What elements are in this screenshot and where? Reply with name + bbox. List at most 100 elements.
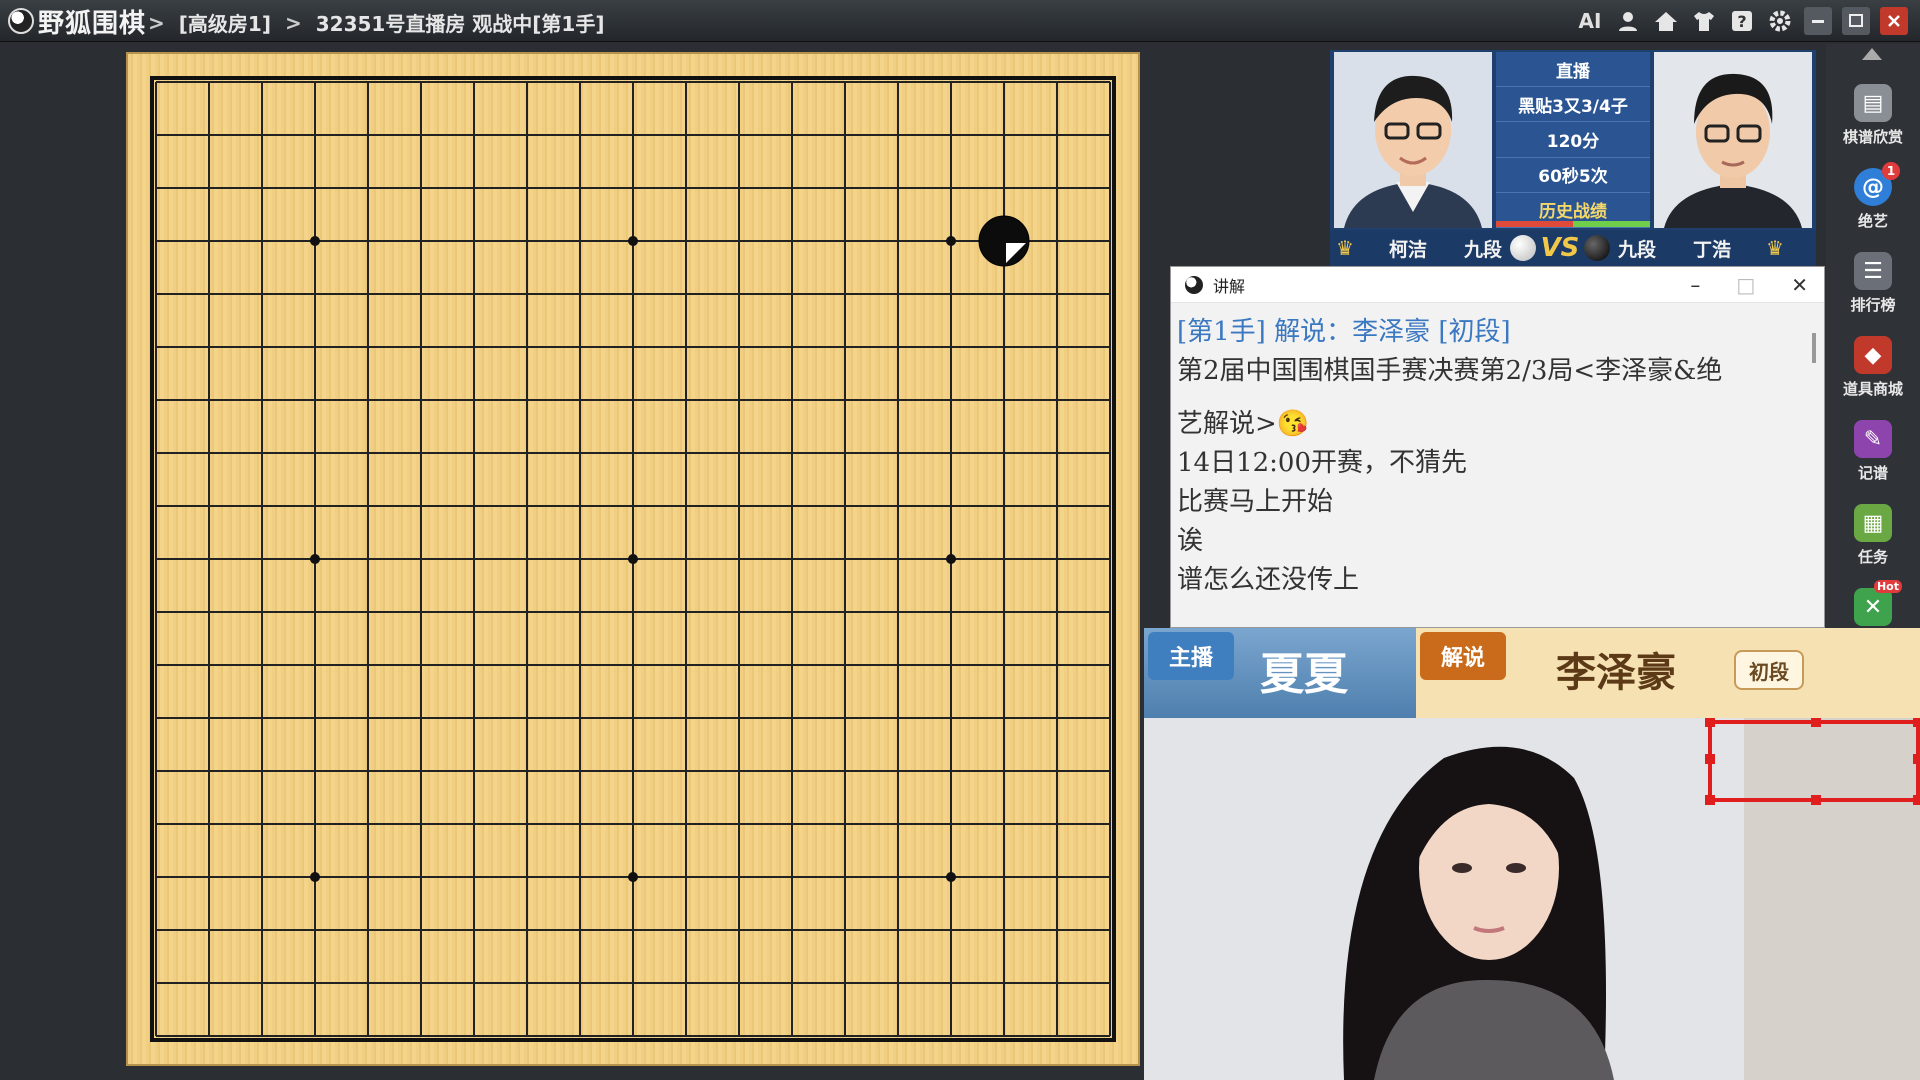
close-icon[interactable]: ✕	[1791, 273, 1808, 297]
breadcrumb-separator: >	[284, 10, 302, 35]
host-panel: 主播 夏夏	[1144, 628, 1416, 718]
commentator-tag: 解说	[1420, 632, 1506, 680]
minimize-icon[interactable]: –	[1690, 273, 1700, 297]
right-player-avatar[interactable]	[1654, 52, 1812, 228]
vs-label: VS	[1540, 233, 1580, 263]
hot-badge: Hot	[1873, 580, 1902, 593]
host-name: 夏夏	[1260, 649, 1348, 700]
sidebar-item-label: 排行榜	[1850, 296, 1896, 314]
list-icon: ☰	[1854, 252, 1892, 290]
match-info: 直播 黑贴3又3/4子 120分 60秒5次 历史战绩	[1496, 52, 1650, 229]
commentary-line: 14日12:00开赛，不猜先	[1177, 448, 1468, 478]
live-label: 直播	[1496, 52, 1650, 88]
white-stone-icon	[1510, 235, 1536, 261]
user-icon[interactable]	[1614, 7, 1642, 35]
sidebar-item-label: 任务	[1857, 548, 1888, 566]
breadcrumb-room[interactable]: [高级房1]	[179, 8, 271, 37]
pen-icon: ✎	[1854, 420, 1892, 458]
breadcrumb: > [高级房1] > 32351号直播房 观战中[第1手]	[148, 8, 604, 37]
star-point	[628, 554, 638, 564]
host-tag: 主播	[1148, 632, 1234, 680]
sidebar-item-record[interactable]: ✎ 记谱	[1826, 420, 1920, 483]
star-point	[946, 236, 956, 246]
streamer-video	[1144, 718, 1920, 1080]
commentary-line: 谱怎么还没传上	[1177, 565, 1360, 595]
left-player-avatar[interactable]	[1334, 52, 1492, 228]
sidebar-item-hot[interactable]: ✕ Hot	[1826, 580, 1920, 630]
star-point	[628, 236, 638, 246]
shirt-icon[interactable]	[1690, 7, 1718, 35]
crown-icon: ♛	[1766, 236, 1784, 260]
star-point	[310, 236, 320, 246]
commentary-line: 比赛马上开始	[1177, 487, 1334, 517]
close-button[interactable]	[1880, 7, 1908, 35]
star-point	[946, 872, 956, 882]
right-player-name[interactable]: 丁浩	[1664, 235, 1760, 262]
sidebar-item-leaderboard[interactable]: ☰ 排行榜	[1826, 252, 1920, 315]
commentator-panel: 解说 李泽豪 初段	[1416, 628, 1920, 718]
board-grid[interactable]	[128, 54, 1138, 1064]
maximize-icon[interactable]: □	[1736, 273, 1755, 297]
home-icon[interactable]	[1652, 7, 1680, 35]
left-player-name[interactable]: 柯洁	[1360, 235, 1456, 262]
selection-box[interactable]	[1705, 718, 1920, 805]
commentary-body[interactable]: [第1手] 解说：李泽豪 [初段] 第2届中国围棋国手赛决赛第2/3局<李泽豪&…	[1171, 303, 1824, 600]
go-board[interactable]	[128, 54, 1138, 1064]
book-icon: ▤	[1854, 84, 1892, 122]
ai-spiral-icon: @ 1	[1854, 162, 1900, 206]
scroll-up-arrow-icon[interactable]	[1862, 48, 1882, 60]
sidebar-item-label: 记谱	[1857, 464, 1888, 482]
history-record-label: 历史战绩	[1539, 202, 1607, 223]
commentary-header: [第1手] 解说：李泽豪 [初段]	[1177, 317, 1511, 347]
star-point	[946, 554, 956, 564]
commentator-rank-badge: 初段	[1734, 650, 1804, 690]
byoyomi-label: 60秒5次	[1496, 158, 1650, 193]
sidebar-item-label: 道具商城	[1842, 380, 1903, 398]
commentary-window: 讲解 – □ ✕ [第1手] 解说：李泽豪 [初段] 第2届中国围棋国手赛决赛第…	[1170, 266, 1825, 628]
help-icon[interactable]: ?	[1728, 7, 1756, 35]
window-controls: – □ ✕	[1690, 273, 1808, 297]
maximize-button[interactable]	[1842, 7, 1870, 35]
commentary-title: 讲解	[1213, 276, 1246, 296]
commentary-line: 诶	[1177, 526, 1204, 556]
notification-badge: 1	[1882, 162, 1900, 180]
history-record-button[interactable]: 历史战绩	[1496, 193, 1650, 229]
grid-icon: ▦	[1854, 504, 1892, 542]
commentary-line: 艺解说>😘	[1177, 409, 1310, 439]
ai-button[interactable]: AI	[1576, 7, 1604, 35]
title-toolbar: AI ?	[1576, 7, 1908, 35]
time-label: 120分	[1496, 122, 1650, 158]
commentator-name: 李泽豪	[1556, 650, 1676, 696]
hot-icon: ✕ Hot	[1854, 580, 1902, 626]
sidebar-item-shop[interactable]: ◆ 道具商城	[1826, 336, 1920, 399]
gear-icon[interactable]	[1766, 7, 1794, 35]
player-name-bar: ♛ 柯洁 九段 VS 九段 丁浩 ♛	[1330, 230, 1816, 266]
black-stone-icon	[1584, 235, 1610, 261]
right-player-rank: 九段	[1617, 238, 1656, 261]
streamer-bar: 主播 夏夏 解说 李泽豪 初段	[1144, 628, 1920, 718]
player-panel: 直播 黑贴3又3/4子 120分 60秒5次 历史战绩 ♛ 柯洁 九段 VS 九…	[1330, 50, 1816, 266]
svg-text:?: ?	[1737, 12, 1746, 31]
sidebar-item-jueyi[interactable]: @ 1 绝艺	[1826, 162, 1920, 231]
star-point	[310, 554, 320, 564]
breadcrumb-separator: >	[148, 10, 165, 35]
left-player-rank: 九段	[1463, 238, 1502, 261]
sidebar-item-label: 绝艺	[1857, 212, 1888, 230]
fox-go-logo-icon	[8, 8, 34, 34]
sidebar-item-tasks[interactable]: ▦ 任务	[1826, 504, 1920, 567]
app-logo[interactable]: 野狐围棋	[8, 6, 146, 39]
sidebar-item-game-records[interactable]: ▤ 棋谱欣赏	[1826, 84, 1920, 147]
history-bar	[1496, 221, 1650, 228]
title-bar: 野狐围棋 > [高级房1] > 32351号直播房 观战中[第1手] AI ?	[0, 0, 1920, 42]
star-point	[628, 872, 638, 882]
commentary-line: 第2届中国围棋国手赛决赛第2/3局<李泽豪&绝	[1177, 356, 1723, 386]
right-sidebar: ▤ 棋谱欣赏 @ 1 绝艺 ☰ 排行榜 ◆ 道具商城 ✎ 记谱 ▦ 任务 ✕ H…	[1826, 44, 1920, 628]
minimize-button[interactable]	[1804, 7, 1832, 35]
gem-icon: ◆	[1854, 336, 1892, 374]
scrollbar-thumb[interactable]	[1812, 333, 1816, 363]
black-stone[interactable]	[978, 215, 1030, 267]
sidebar-item-label: 棋谱欣赏	[1842, 128, 1903, 146]
komi-label: 黑贴3又3/4子	[1496, 87, 1650, 123]
breadcrumb-live-room: 32351号直播房 观战中[第1手]	[315, 12, 605, 36]
app-small-icon	[1185, 275, 1203, 294]
